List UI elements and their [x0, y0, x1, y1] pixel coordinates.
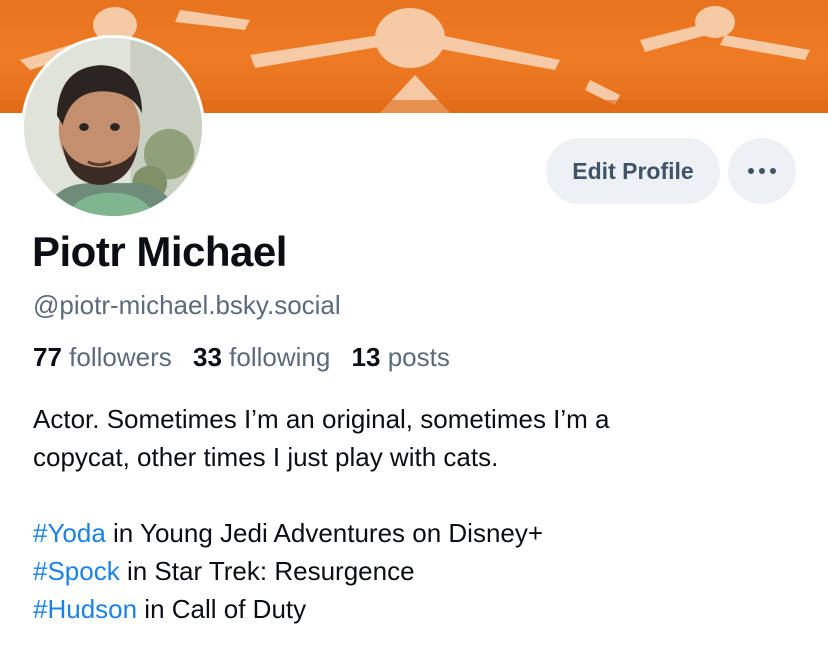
followers-link[interactable]: 77 followers — [33, 342, 172, 372]
following-count: 33 — [192, 342, 222, 372]
following-link[interactable]: 33 following — [193, 342, 330, 372]
bio-role-line: #Spock in Star Trek: Resurgence — [33, 552, 813, 590]
followers-count: 77 — [33, 342, 62, 372]
avatar[interactable] — [21, 35, 205, 219]
bio-line: copycat, other times I just play with ca… — [33, 442, 499, 472]
hashtag-link[interactable]: #Hudson — [33, 594, 137, 624]
profile-photo — [24, 38, 202, 216]
user-handle[interactable]: @piotr-michael.bsky.social — [33, 290, 341, 321]
hashtag-link[interactable]: #Yoda — [33, 518, 106, 548]
profile-bio: Actor. Sometimes I’m an original, someti… — [33, 400, 813, 628]
profile-stats: 77 followers 33 following 13 posts — [33, 342, 450, 373]
bio-line: Actor. Sometimes I’m an original, someti… — [33, 404, 610, 434]
posts-label: posts — [387, 342, 450, 372]
hashtag-link[interactable]: #Spock — [33, 556, 120, 586]
ellipsis-icon — [748, 168, 776, 174]
bio-role-line: #Hudson in Call of Duty — [33, 590, 813, 628]
more-options-button[interactable] — [728, 138, 796, 204]
role-text: in Young Jedi Adventures on Disney+ — [105, 518, 544, 548]
following-label: following — [229, 342, 331, 372]
display-name: Piotr Michael — [32, 228, 287, 275]
role-text: in Call of Duty — [137, 594, 307, 624]
posts-count: 13 — [351, 342, 381, 372]
followers-label: followers — [69, 342, 172, 372]
bio-role-line: #Yoda in Young Jedi Adventures on Disney… — [33, 514, 813, 552]
posts-stat: 13 posts — [352, 342, 450, 372]
role-text: in Star Trek: Resurgence — [119, 556, 415, 586]
edit-profile-button[interactable]: Edit Profile — [546, 138, 720, 204]
